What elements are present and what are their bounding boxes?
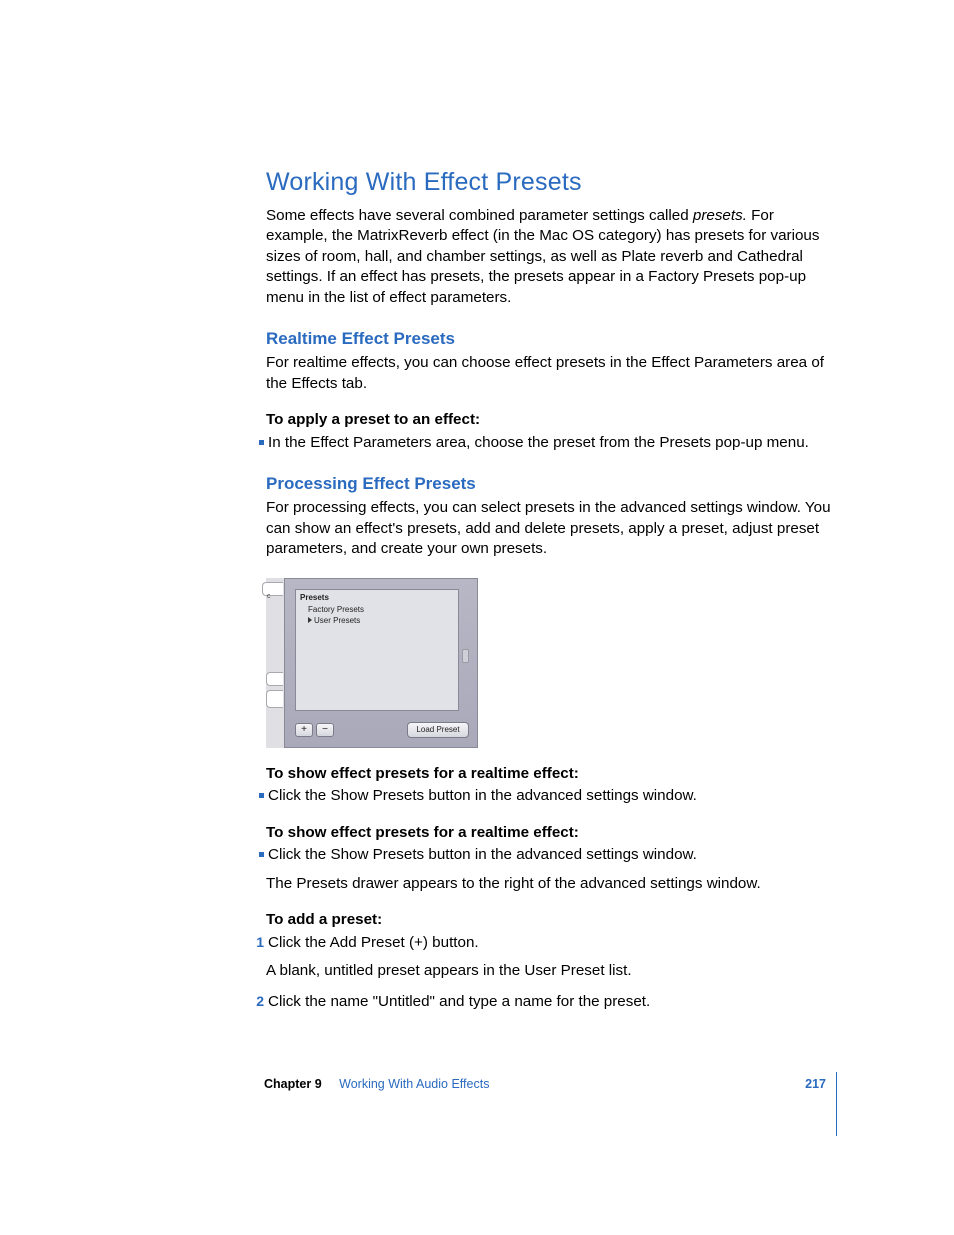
- bullet-icon: [250, 433, 268, 454]
- intro-em: presets.: [693, 207, 747, 224]
- list-item[interactable]: User Presets: [300, 616, 454, 627]
- bullet-icon: [250, 786, 268, 807]
- left-tab-3: [266, 690, 283, 708]
- footer-rule: [836, 1072, 837, 1136]
- show2-bullet-row: Click the Show Presets button in the adv…: [266, 845, 832, 866]
- processing-heading: Processing Effect Presets: [266, 473, 832, 496]
- show1-heading: To show effect presets for a realtime ef…: [266, 764, 832, 785]
- show2-followup: The Presets drawer appears to the right …: [266, 874, 832, 895]
- add-followup: A blank, untitled preset appears in the …: [266, 961, 832, 982]
- add-step-2-text: Click the name "Untitled" and type a nam…: [268, 992, 832, 1013]
- add-heading: To add a preset:: [266, 910, 832, 931]
- left-strip: c: [266, 578, 285, 748]
- button-row: + − Load Preset: [295, 721, 469, 739]
- apply-heading: To apply a preset to an effect:: [266, 410, 832, 431]
- footer-chapter-title: Working With Audio Effects: [339, 1077, 489, 1091]
- bullet-icon: [250, 845, 268, 866]
- left-tab-1: c: [262, 582, 283, 596]
- disclosure-triangle-icon[interactable]: [308, 617, 312, 623]
- realtime-heading: Realtime Effect Presets: [266, 328, 832, 351]
- page-title: Working With Effect Presets: [266, 166, 832, 200]
- presets-panel-screenshot: c Presets Factory Presets User Presets +…: [266, 578, 478, 748]
- show1-bullet-row: Click the Show Presets button in the adv…: [266, 786, 832, 807]
- footer-chapter: Chapter 9: [264, 1077, 322, 1091]
- document-page: Working With Effect Presets Some effects…: [0, 0, 954, 1235]
- intro-paragraph: Some effects have several combined param…: [266, 206, 832, 309]
- step-number-2: 2: [250, 992, 268, 1011]
- content-column: Working With Effect Presets Some effects…: [266, 166, 832, 1014]
- processing-body: For processing effects, you can select p…: [266, 498, 832, 560]
- intro-pre: Some effects have several combined param…: [266, 207, 693, 224]
- list-item-label: User Presets: [314, 616, 360, 625]
- step-number-1: 1: [250, 933, 268, 952]
- add-step-1-text: Click the Add Preset (+) button.: [268, 933, 832, 954]
- presets-list[interactable]: Presets Factory Presets User Presets: [295, 589, 459, 711]
- show2-bullet-text: Click the Show Presets button in the adv…: [268, 845, 832, 866]
- presets-list-header: Presets: [300, 593, 454, 604]
- presets-panel: Presets Factory Presets User Presets + −…: [284, 578, 478, 748]
- apply-bullet-row: In the Effect Parameters area, choose th…: [266, 433, 832, 454]
- realtime-body: For realtime effects, you can choose eff…: [266, 353, 832, 394]
- page-footer: Chapter 9 Working With Audio Effects 217: [264, 1076, 834, 1096]
- apply-bullet-text: In the Effect Parameters area, choose th…: [268, 433, 832, 454]
- add-step-2-row: 2 Click the name "Untitled" and type a n…: [266, 992, 832, 1013]
- add-step-1-row: 1 Click the Add Preset (+) button.: [266, 933, 832, 954]
- list-item[interactable]: Factory Presets: [300, 605, 454, 616]
- load-preset-button[interactable]: Load Preset: [407, 722, 469, 738]
- left-tab-label: c: [263, 593, 271, 600]
- footer-page-number: 217: [805, 1076, 834, 1093]
- show2-heading: To show effect presets for a realtime ef…: [266, 823, 832, 844]
- scroll-handle[interactable]: [462, 649, 469, 663]
- left-tab-2: [266, 672, 283, 686]
- add-preset-button[interactable]: +: [295, 723, 313, 737]
- show1-bullet-text: Click the Show Presets button in the adv…: [268, 786, 832, 807]
- remove-preset-button[interactable]: −: [316, 723, 334, 737]
